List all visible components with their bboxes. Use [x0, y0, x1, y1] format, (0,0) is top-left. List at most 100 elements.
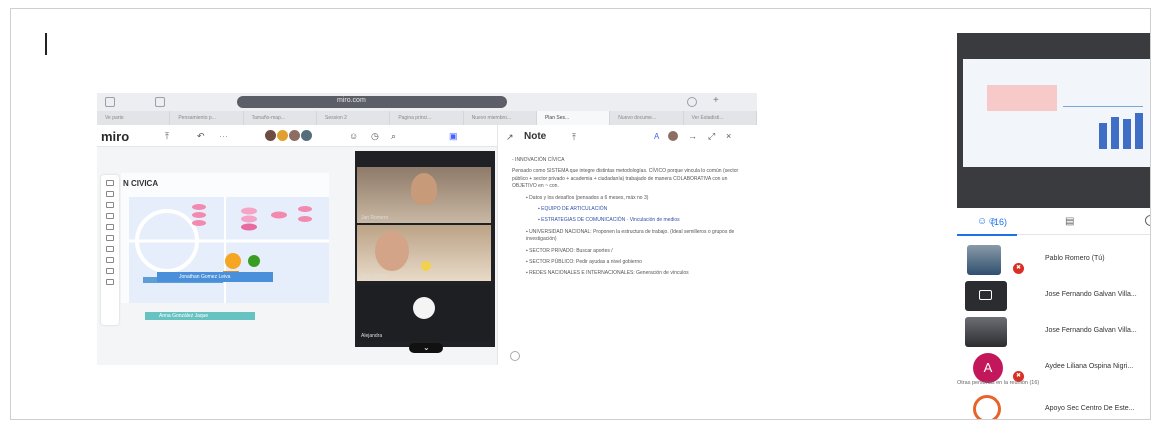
note-paragraph: REDES NACIONALES E INTERNACIONALES: Gene… [512, 270, 748, 277]
browser-tab[interactable]: Nuevo docume... [610, 111, 684, 125]
browser-tab[interactable]: Pagina princi... [390, 111, 464, 125]
video-tile[interactable]: Jan Romero [357, 167, 491, 223]
arrow-right-icon[interactable]: → [688, 131, 697, 141]
collaborator-avatar[interactable] [289, 130, 300, 141]
video-tile[interactable]: Jose Jimen... [357, 225, 491, 281]
expand-icon[interactable]: ⤢ [708, 131, 715, 142]
map-node [192, 204, 206, 210]
download-icon[interactable] [687, 97, 697, 107]
mic-off-icon: ✖ [1013, 263, 1024, 274]
miro-board[interactable]: N CIVICA [121, 173, 329, 303]
participant-avatar [965, 317, 1007, 347]
sticky-tool-icon[interactable] [106, 202, 114, 208]
address-bar[interactable]: miro.com [237, 96, 507, 108]
close-icon[interactable]: × [726, 131, 731, 141]
browser-toolbar: miro.com + [97, 93, 757, 111]
browser-tab[interactable]: Ve parte [97, 111, 171, 125]
browser-tab[interactable]: Pensamiento p... [170, 111, 244, 125]
collaborator-avatar[interactable] [277, 130, 288, 141]
map-node [298, 206, 312, 212]
chevron-down-icon: ⌄ [423, 343, 430, 352]
shape-tool-icon[interactable] [106, 213, 114, 219]
note-panel: ↗ Note ⤒ A → ⤢ × - INNOVACIÓN CÍVICA Pens… [497, 125, 757, 365]
miro-toolbar: miro ⤒ ↶ ⋯ ☺ ◷ ⌕ ▣ [97, 125, 497, 147]
present-icon [979, 290, 992, 300]
window-icon[interactable] [105, 97, 115, 107]
chart-bar [1099, 123, 1107, 149]
note-paragraph: UNIVERSIDAD NACIONAL: Proponen la estruc… [512, 229, 748, 244]
miro-logo: miro [101, 129, 130, 144]
note-paragraph: Datos y los desafíos (pensados a 6 meses… [512, 195, 748, 202]
screenshot-frame: miro.com + Ve parte Pensamiento p... Tam… [10, 8, 1151, 420]
map-plant [248, 255, 260, 267]
mind-map-panel[interactable] [129, 197, 329, 303]
upload-icon[interactable]: ⤒ [165, 131, 169, 142]
more-tools-icon[interactable] [106, 279, 114, 285]
select-tool-icon[interactable] [106, 180, 114, 186]
new-tab-icon[interactable]: + [713, 95, 723, 106]
participant-row[interactable]: ✖ Pablo Romero (Tú) [957, 241, 1150, 277]
participant-name: Jose Fernando Galvan Villa... [1045, 291, 1137, 298]
note-paragraph: SECTOR PRIVADO: Buscar aportes / [512, 248, 748, 255]
dashboard-preview [963, 59, 1150, 167]
browser-tabs: Ve parte Pensamiento p... Tamaño-map... … [97, 111, 757, 125]
browser-tab[interactable]: Ver Estadisti... [684, 111, 757, 125]
line-tool-icon[interactable] [106, 224, 114, 230]
reactions-icon[interactable]: ☺ [349, 131, 358, 141]
export-icon[interactable]: ⤒ [572, 132, 576, 143]
frame-tool-icon[interactable] [106, 257, 114, 263]
participant-row[interactable]: Jose Fernando Galvan Villa... [957, 313, 1150, 349]
pin-icon[interactable]: ↗ [506, 132, 514, 143]
undo-icon[interactable]: ↶ [197, 131, 205, 142]
chat-icon[interactable]: ▤ [1065, 216, 1074, 227]
video-strip: Jan Romero Jose Jimen... Alejandra [355, 151, 495, 347]
note-body[interactable]: - INNOVACIÓN CÍVICA Pensado como SISTEMA … [512, 157, 748, 282]
pen-tool-icon[interactable] [106, 235, 114, 241]
video-tile-label: Jan Romero [361, 215, 389, 221]
avatar [413, 297, 435, 319]
browser-tab[interactable]: Session 2 [317, 111, 391, 125]
participant-row[interactable]: Apoyo Sec Centro De Este... [957, 391, 1150, 419]
sidebar-icon[interactable] [155, 97, 165, 107]
participant-avatar [965, 281, 1007, 311]
video-tile[interactable]: Alejandra [357, 285, 491, 341]
video-tile-label: Alejandra [361, 333, 383, 339]
card-label: Anna González Jaque [159, 313, 209, 319]
map-emoji [225, 253, 241, 269]
upload-tool-icon[interactable] [106, 268, 114, 274]
comment-tool-icon[interactable] [106, 246, 114, 252]
timer-icon[interactable]: ◷ [371, 131, 379, 142]
participant-avatar: A [973, 353, 1003, 383]
more-participants-label: Otras personas en la reunión (16) [957, 380, 1040, 386]
card-anna[interactable]: Anna González Jaque [145, 312, 255, 320]
mind-map-drawing [129, 197, 329, 303]
info-icon[interactable]: i [1145, 215, 1150, 226]
format-icon[interactable]: A [654, 132, 659, 141]
person-face [411, 173, 437, 205]
collaborator-avatar[interactable] [265, 130, 276, 141]
browser-tab-active[interactable]: Plan Ses... [536, 111, 611, 125]
more-icon[interactable]: ⋯ [219, 131, 228, 142]
participant-row[interactable]: Jose Fernando Galvan Villa... [957, 277, 1150, 313]
held-object [421, 261, 431, 271]
shared-screen: miro.com + Ve parte Pensamiento p... Tam… [97, 93, 757, 365]
person-face [375, 231, 409, 271]
emoji-icon[interactable] [510, 351, 520, 361]
browser-tab[interactable]: Tamaño-map... [244, 111, 317, 125]
card-jonathan[interactable]: Jonathan Gomez Leiva [157, 272, 273, 282]
map-node [298, 216, 312, 222]
address-text: miro.com [337, 97, 366, 104]
text-tool-icon[interactable] [106, 191, 114, 197]
participant-count: (16) [991, 217, 1008, 227]
board-menu-icon[interactable]: ▣ [449, 131, 458, 142]
note-paragraph: - INNOVACIÓN CÍVICA [512, 157, 565, 163]
presentation-preview[interactable] [957, 33, 1150, 208]
search-icon[interactable]: ⌕ [391, 131, 396, 142]
chart-area [987, 85, 1057, 111]
note-title: Note [524, 131, 547, 142]
map-node [192, 220, 206, 226]
note-paragraph: Pensado como SISTEMA que integre distint… [512, 168, 739, 190]
scroll-down-button[interactable]: ⌄ [409, 343, 443, 353]
collaborator-avatar[interactable] [301, 130, 312, 141]
browser-tab[interactable]: Nuevo miembro... [464, 111, 537, 125]
